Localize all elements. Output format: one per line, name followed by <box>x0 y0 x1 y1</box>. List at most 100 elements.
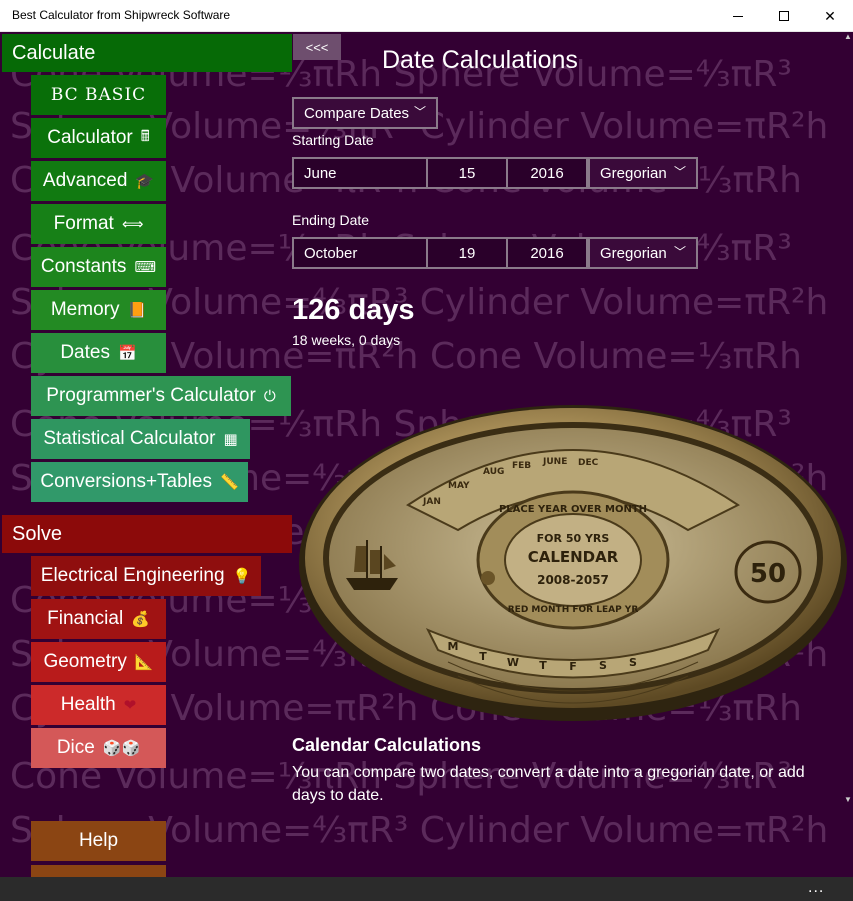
nav-more-button-partial[interactable] <box>31 865 166 877</box>
graduation-cap-icon: 🎓 <box>135 173 155 190</box>
nav-label: Programmer's Calculator <box>46 385 256 406</box>
nav-dice-button[interactable]: Dice 🎲🎲 <box>31 728 166 768</box>
nav-health-button[interactable]: Health ❤ <box>31 685 166 725</box>
end-month-field[interactable]: October <box>292 237 428 269</box>
maximize-button[interactable] <box>761 0 807 32</box>
start-calendar-value: Gregorian <box>600 164 667 182</box>
start-year-field[interactable]: 2016 <box>506 157 588 189</box>
vertical-scrollbar[interactable]: ▲ ▼ <box>843 32 853 807</box>
more-options-button[interactable]: ... <box>808 879 824 897</box>
chevron-down-icon: ﹀ <box>413 105 426 119</box>
close-icon: ✕ <box>824 7 836 24</box>
nav-label: Help <box>78 830 119 851</box>
section-heading: Calendar Calculations <box>292 735 482 755</box>
chevron-down-icon: ﹀ <box>673 165 686 179</box>
light-bulb-icon: 💡 <box>232 568 252 585</box>
mode-select[interactable]: Compare Dates ﹀ <box>292 97 438 129</box>
collapse-nav-button[interactable]: <<< <box>293 34 341 60</box>
nav-calculator-button[interactable]: Calculator 🖩 <box>31 118 166 158</box>
start-day-value: 15 <box>458 164 476 182</box>
ring-text: PLACE YEAR OVER MONTH <box>499 504 647 515</box>
triangle-ruler-icon: 📐 <box>134 654 154 671</box>
end-day-field[interactable]: 19 <box>426 237 508 269</box>
nav-statistical-calculator-button[interactable]: Statistical Calculator ▦ <box>31 419 250 459</box>
nav-label: BC BASIC <box>50 85 147 105</box>
nav-label: Constants <box>40 256 127 277</box>
start-calendar-select[interactable]: Gregorian ﹀ <box>588 157 698 189</box>
nav-advanced-button[interactable]: Advanced 🎓 <box>31 161 166 201</box>
ruler-icon: 📏 <box>219 474 239 491</box>
weekday-letter: F <box>569 660 577 673</box>
double-arrow-icon: ⟺ <box>121 216 144 233</box>
calendar-icon: 📅 <box>117 345 137 362</box>
table-icon: ▦ <box>223 431 238 448</box>
app-bottom-bar: ... <box>0 877 853 901</box>
badge-number: 50 <box>750 559 786 589</box>
nav-label: Statistical Calculator <box>43 428 216 449</box>
center-range: 2008-2057 <box>537 573 609 587</box>
keyboard-icon: ⌨ <box>134 259 157 276</box>
start-month-field[interactable]: June <box>292 157 428 189</box>
month-label: JAN <box>422 497 441 507</box>
minimize-icon <box>733 15 743 17</box>
ending-date-label: Ending Date <box>292 212 370 228</box>
start-month-value: June <box>304 164 337 182</box>
nav-label: Dates <box>60 342 110 363</box>
nav-label: Geometry <box>43 651 127 672</box>
heart-icon: ❤ <box>123 697 137 714</box>
weekday-letter: W <box>507 656 519 669</box>
minimize-button[interactable] <box>715 0 761 32</box>
end-year-field[interactable]: 2016 <box>506 237 588 269</box>
scroll-up-icon[interactable]: ▲ <box>844 32 852 41</box>
nav-geometry-button[interactable]: Geometry 📐 <box>31 642 166 682</box>
nav-label: Dice <box>56 737 95 758</box>
nav-financial-button[interactable]: Financial 💰 <box>31 599 166 639</box>
center-title: CALENDAR <box>528 548 619 566</box>
nav-label: Electrical Engineering <box>40 565 225 586</box>
calculator-icon: 🖩 <box>140 127 150 145</box>
nav-label: Financial <box>47 608 124 629</box>
result-weeks: 18 weeks, 0 days <box>292 332 401 348</box>
scroll-down-icon[interactable]: ▼ <box>844 795 852 804</box>
nav-constants-button[interactable]: Constants ⌨ <box>31 247 166 287</box>
nav-memory-button[interactable]: Memory 📙 <box>31 290 166 330</box>
nav-label: Calculator <box>47 127 133 148</box>
start-year-value: 2016 <box>530 164 564 182</box>
end-year-value: 2016 <box>530 244 564 262</box>
chevron-down-icon: ﹀ <box>673 245 686 259</box>
starting-date-label: Starting Date <box>292 132 374 148</box>
month-label: AUG <box>483 467 504 477</box>
mode-select-value: Compare Dates <box>304 104 410 122</box>
close-button[interactable]: ✕ <box>807 0 853 32</box>
end-calendar-value: Gregorian <box>600 244 667 262</box>
nav-label: Health <box>60 694 116 715</box>
nav-format-button[interactable]: Format ⟺ <box>31 204 166 244</box>
start-day-field[interactable]: 15 <box>426 157 508 189</box>
nav-electrical-engineering-button[interactable]: Electrical Engineering 💡 <box>31 556 261 596</box>
nav-label: Format <box>53 213 114 234</box>
end-month-value: October <box>304 244 358 262</box>
solve-section-header[interactable]: Solve <box>2 515 292 553</box>
end-calendar-select[interactable]: Gregorian ﹀ <box>588 237 698 269</box>
window-title: Best Calculator from Shipwreck Software <box>12 8 231 22</box>
month-label: JUNE <box>542 457 567 467</box>
calculate-section-header[interactable]: Calculate <box>2 34 292 72</box>
money-bag-icon: 💰 <box>131 611 150 628</box>
nav-help-button[interactable]: Help <box>31 821 166 861</box>
weekday-letter: S <box>629 656 637 669</box>
weekday-letter: M <box>448 640 459 653</box>
nav-label: Conversions+Tables <box>40 471 212 492</box>
title-bar: Best Calculator from Shipwreck Software … <box>0 0 853 32</box>
nav-conversions-tables-button[interactable]: Conversions+Tables 📏 <box>31 462 248 502</box>
month-label: DEC <box>578 458 599 468</box>
maximize-icon <box>779 11 789 21</box>
nav-dates-button[interactable]: Dates 📅 <box>31 333 166 373</box>
end-day-value: 19 <box>458 244 476 262</box>
dice-icon: 🎲🎲 <box>102 740 141 757</box>
nav-label: Advanced <box>42 170 128 191</box>
weekday-letter: S <box>599 659 607 672</box>
nav-programmers-calculator-button[interactable]: Programmer's Calculator ⏻ <box>31 376 291 416</box>
weekday-letter: T <box>479 650 487 663</box>
center-subtitle: FOR 50 YRS <box>537 532 610 545</box>
nav-bc-basic-button[interactable]: BC BASIC <box>31 75 166 115</box>
